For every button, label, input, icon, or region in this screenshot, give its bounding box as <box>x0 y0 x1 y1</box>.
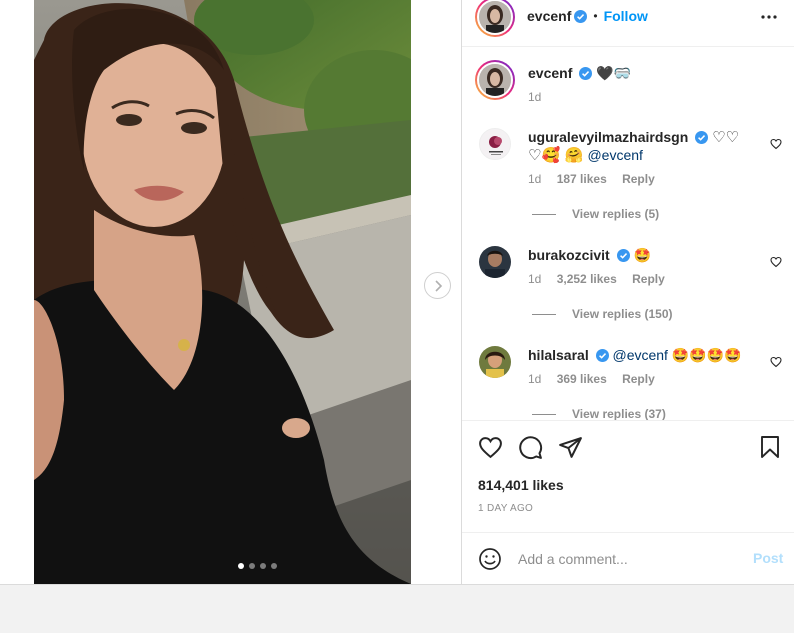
verified-badge-icon <box>695 131 709 144</box>
bookmark-icon <box>761 436 779 458</box>
comment-emojis: ♡♡ <box>712 128 739 146</box>
dot-separator: • <box>593 9 598 23</box>
divider-line <box>532 413 556 415</box>
comment-avatar[interactable] <box>479 246 511 278</box>
reply-button[interactable]: Reply <box>622 172 655 186</box>
heart-icon <box>770 138 782 150</box>
salon-logo-icon <box>489 136 503 155</box>
author-avatar[interactable] <box>475 0 515 37</box>
comment-likes[interactable]: 369 likes <box>557 372 607 386</box>
verified-badge-icon <box>579 67 593 80</box>
verified-badge-icon <box>616 249 630 262</box>
comment-likes[interactable]: 187 likes <box>557 172 607 186</box>
more-horizontal-icon <box>761 15 777 19</box>
comment-composer: Post <box>462 532 794 584</box>
caption-emojis: 🖤🥽 <box>596 66 632 82</box>
chevron-right-icon <box>434 279 442 292</box>
avatar-image <box>479 1 511 33</box>
send-icon <box>559 437 582 458</box>
reply-button[interactable]: Reply <box>622 372 655 386</box>
post-image[interactable] <box>34 0 411 584</box>
view-replies-label: View replies (150) <box>572 307 673 321</box>
comment-mention[interactable]: @evcenf <box>587 147 642 163</box>
comment-meta: 1d 187 likes Reply <box>528 172 655 186</box>
reply-button[interactable]: Reply <box>632 272 665 286</box>
action-bar: 814,401 likes 1 DAY AGO <box>462 420 794 532</box>
carousel-dot <box>260 563 266 569</box>
emoji-icon <box>479 548 501 570</box>
avatar-image <box>479 64 511 96</box>
comment-text: uguralevyilmazhairdsgn ♡♡ ♡🥰 🤗 @evcenf <box>528 128 768 164</box>
verified-badge-icon <box>574 9 588 23</box>
comment-text: burakozcivit 🤩 <box>528 246 651 265</box>
divider-line <box>532 213 556 215</box>
author-username[interactable]: evcenf <box>527 8 571 24</box>
post-header: evcenf • Follow <box>462 0 794 47</box>
carousel-indicator <box>238 563 277 569</box>
emoji-picker-button[interactable] <box>478 547 502 576</box>
comment-avatar[interactable] <box>479 128 511 160</box>
comment-emojis: 🤩 <box>633 248 651 264</box>
photo-illustration <box>34 0 411 584</box>
heart-icon <box>770 356 782 368</box>
view-replies-button[interactable]: View replies (37) <box>532 407 666 420</box>
share-button[interactable] <box>558 435 583 465</box>
comment-meta: 1d 369 likes Reply <box>528 372 655 386</box>
likes-count[interactable]: 814,401 likes <box>478 477 564 493</box>
comment-time: 1d <box>528 372 542 386</box>
more-options-button[interactable] <box>760 8 778 31</box>
comment-mention[interactable]: @evcenf <box>612 347 667 363</box>
page-footer-area <box>0 584 794 633</box>
carousel-dot <box>271 563 277 569</box>
comment-meta: 1d 3,252 likes Reply <box>528 272 665 286</box>
comment-username[interactable]: hilalsaral <box>528 347 589 363</box>
comment-icon <box>519 436 543 460</box>
caption-username[interactable]: evcenf <box>528 65 572 81</box>
comment-avatar[interactable] <box>479 346 511 378</box>
view-replies-label: View replies (37) <box>572 407 666 420</box>
view-replies-button[interactable]: View replies (150) <box>532 307 673 321</box>
comment-username[interactable]: uguralevyilmazhairdsgn <box>528 129 688 145</box>
comment-time: 1d <box>528 172 542 186</box>
save-button[interactable] <box>759 435 781 464</box>
comment-text: hilalsaral @evcenf 🤩🤩🤩🤩 <box>528 346 742 365</box>
avatar-image <box>479 246 511 278</box>
comment-emojis: 🤩🤩🤩🤩 <box>671 348 742 364</box>
header-title-row: evcenf • Follow <box>527 8 648 24</box>
carousel-dot <box>238 563 244 569</box>
avatar-image <box>479 346 511 378</box>
comments-list[interactable]: evcenf 🖤🥽 1d uguralevyilmazhairdsgn ♡♡ ♡… <box>462 48 794 420</box>
heart-icon <box>770 256 782 268</box>
comment-emojis: ♡🥰 🤗 <box>528 146 584 164</box>
divider-line <box>532 313 556 315</box>
follow-button[interactable]: Follow <box>604 8 648 24</box>
comment-like-button[interactable] <box>770 255 782 273</box>
comment-like-button[interactable] <box>770 355 782 373</box>
comment-button[interactable] <box>518 435 543 465</box>
like-button[interactable] <box>478 435 503 465</box>
verified-badge-icon <box>595 349 609 362</box>
caption-text: evcenf 🖤🥽 <box>528 64 631 83</box>
comment-like-button[interactable] <box>770 137 782 155</box>
next-slide-button[interactable] <box>424 272 451 299</box>
comment-username[interactable]: burakozcivit <box>528 247 610 263</box>
comment-input[interactable] <box>518 547 738 571</box>
comment-likes[interactable]: 3,252 likes <box>557 272 617 286</box>
post-timestamp: 1 DAY AGO <box>478 503 534 514</box>
heart-icon <box>479 437 502 459</box>
view-replies-label: View replies (5) <box>572 207 660 221</box>
caption-avatar[interactable] <box>475 60 515 100</box>
post-panel: evcenf • Follow evcenf 🖤🥽 1d uguralevyil… <box>461 0 794 584</box>
comment-time: 1d <box>528 272 542 286</box>
carousel-dot <box>249 563 255 569</box>
view-replies-button[interactable]: View replies (5) <box>532 207 659 221</box>
caption-time: 1d <box>528 90 542 104</box>
post-comment-button[interactable]: Post <box>753 550 783 566</box>
